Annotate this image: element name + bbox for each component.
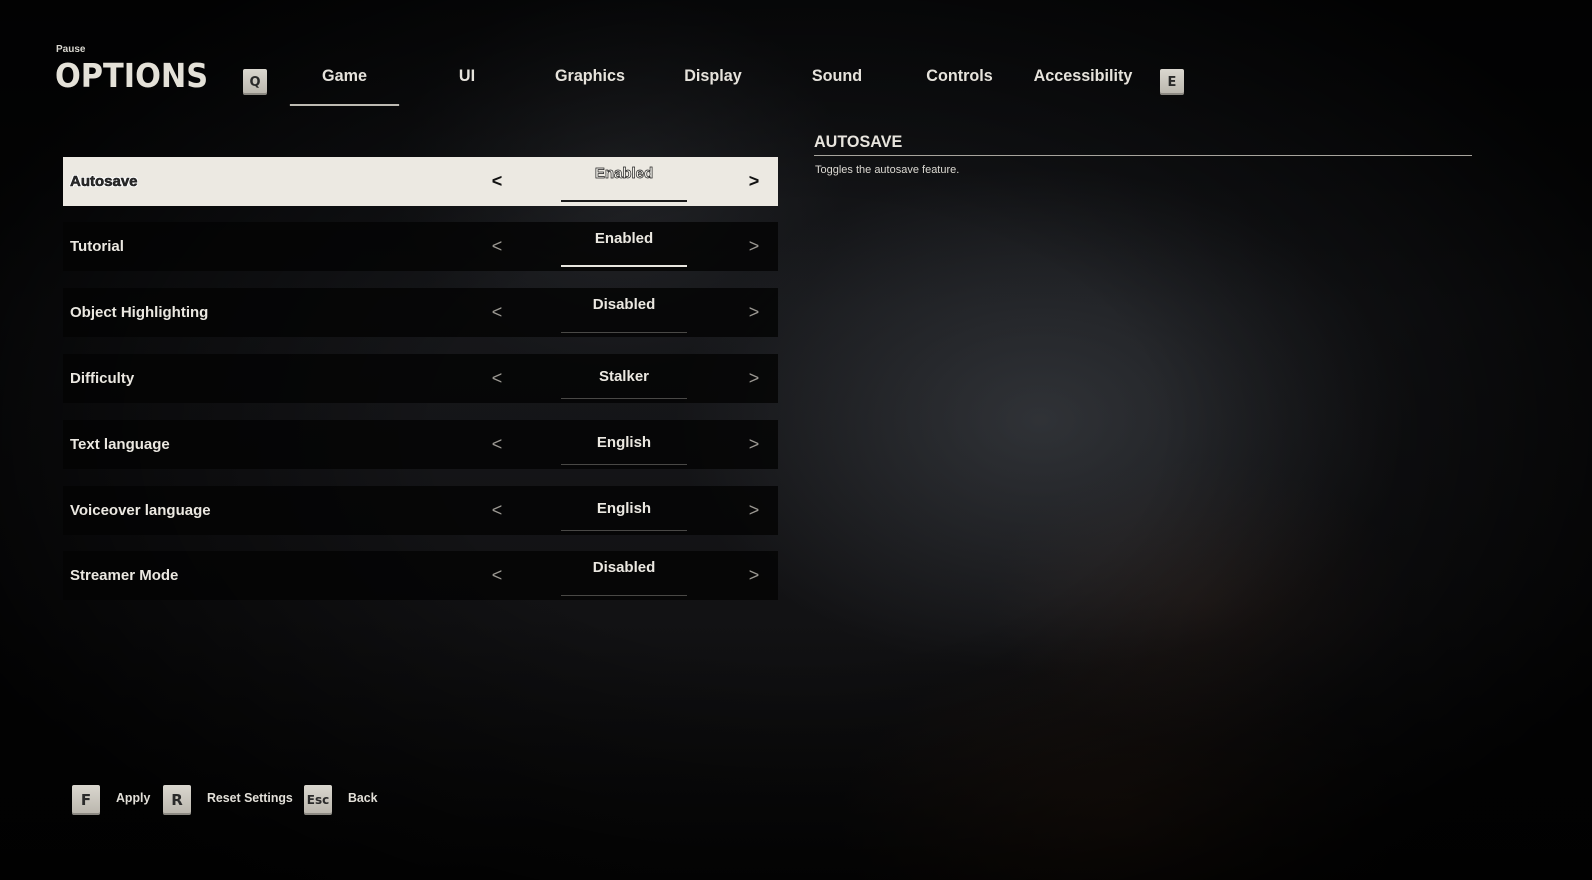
value-underline <box>561 398 687 399</box>
setting-label: Difficulty <box>70 370 135 387</box>
setting-value-selector[interactable]: English <box>561 420 687 469</box>
setting-value-selector[interactable]: Stalker <box>561 354 687 403</box>
tab-display[interactable]: Display <box>670 66 756 104</box>
setting-value-selector[interactable]: English <box>561 486 687 535</box>
chevron-right-icon[interactable]: > <box>742 222 766 271</box>
page-title: OPTIONS <box>55 56 209 95</box>
chevron-right-icon[interactable]: > <box>742 420 766 469</box>
setting-row-difficulty[interactable]: Difficulty < Stalker > <box>63 354 778 403</box>
setting-row-object-highlighting[interactable]: Object Highlighting < Disabled > <box>63 288 778 337</box>
next-tab-key[interactable]: E <box>1160 69 1184 95</box>
value-underline <box>561 200 687 202</box>
chevron-left-icon[interactable]: < <box>485 354 509 403</box>
setting-value: Stalker <box>598 368 650 385</box>
tab-controls[interactable]: Controls <box>914 66 1004 104</box>
setting-value: Enabled <box>594 230 654 247</box>
setting-value-selector[interactable]: Disabled <box>561 551 687 600</box>
back-button[interactable]: Back <box>348 790 378 805</box>
chevron-left-icon[interactable]: < <box>485 486 509 535</box>
setting-label: Streamer Mode <box>70 567 179 584</box>
setting-value: Disabled <box>592 559 656 576</box>
description-title: AUTOSAVE <box>814 132 903 151</box>
chevron-left-icon[interactable]: < <box>485 157 509 206</box>
value-underline <box>561 332 687 333</box>
value-underline <box>561 265 687 267</box>
back-key[interactable]: Esc <box>304 785 332 815</box>
setting-value: Disabled <box>592 296 656 313</box>
tab-ui[interactable]: UI <box>429 66 505 104</box>
chevron-right-icon[interactable]: > <box>742 551 766 600</box>
setting-value: English <box>596 500 652 517</box>
description-text: Toggles the autosave feature. <box>815 164 960 176</box>
chevron-left-icon[interactable]: < <box>485 288 509 337</box>
reset-settings-key[interactable]: R <box>163 785 191 815</box>
setting-row-autosave[interactable]: Autosave < Enabled > <box>63 157 778 206</box>
setting-row-tutorial[interactable]: Tutorial < Enabled > <box>63 222 778 271</box>
chevron-right-icon[interactable]: > <box>742 486 766 535</box>
setting-row-streamer-mode[interactable]: Streamer Mode < Disabled > <box>63 551 778 600</box>
chevron-right-icon[interactable]: > <box>742 157 766 206</box>
setting-value-selector[interactable]: Enabled <box>561 222 687 271</box>
value-underline <box>561 464 687 465</box>
chevron-left-icon[interactable]: < <box>485 420 509 469</box>
options-screen: Pause OPTIONS Q Game UI Graphics Display… <box>0 0 1592 880</box>
prev-tab-key[interactable]: Q <box>243 69 267 95</box>
setting-value: Enabled <box>594 165 654 183</box>
tab-accessibility[interactable]: Accessibility <box>1031 66 1136 104</box>
chevron-left-icon[interactable]: < <box>485 222 509 271</box>
setting-value-selector[interactable]: Disabled <box>561 288 687 337</box>
chevron-left-icon[interactable]: < <box>485 551 509 600</box>
setting-row-voiceover-language[interactable]: Voiceover language < English > <box>63 486 778 535</box>
apply-key[interactable]: F <box>72 785 100 815</box>
setting-value-selector[interactable]: Enabled <box>561 157 687 206</box>
description-divider <box>814 155 1472 156</box>
setting-label: Autosave <box>70 173 138 191</box>
setting-value: English <box>596 434 652 451</box>
setting-label: Object Highlighting <box>70 304 209 321</box>
tab-sound[interactable]: Sound <box>794 66 880 104</box>
tab-game[interactable]: Game <box>289 66 400 106</box>
value-underline <box>561 530 687 531</box>
reset-settings-button[interactable]: Reset Settings <box>207 790 293 805</box>
setting-label: Tutorial <box>70 238 124 255</box>
setting-row-text-language[interactable]: Text language < English > <box>63 420 778 469</box>
tab-graphics[interactable]: Graphics <box>543 66 638 104</box>
pause-label: Pause <box>56 44 86 55</box>
apply-button[interactable]: Apply <box>116 790 150 805</box>
chevron-right-icon[interactable]: > <box>742 288 766 337</box>
setting-label: Text language <box>70 436 170 453</box>
setting-label: Voiceover language <box>70 502 211 519</box>
chevron-right-icon[interactable]: > <box>742 354 766 403</box>
value-underline <box>561 595 687 596</box>
